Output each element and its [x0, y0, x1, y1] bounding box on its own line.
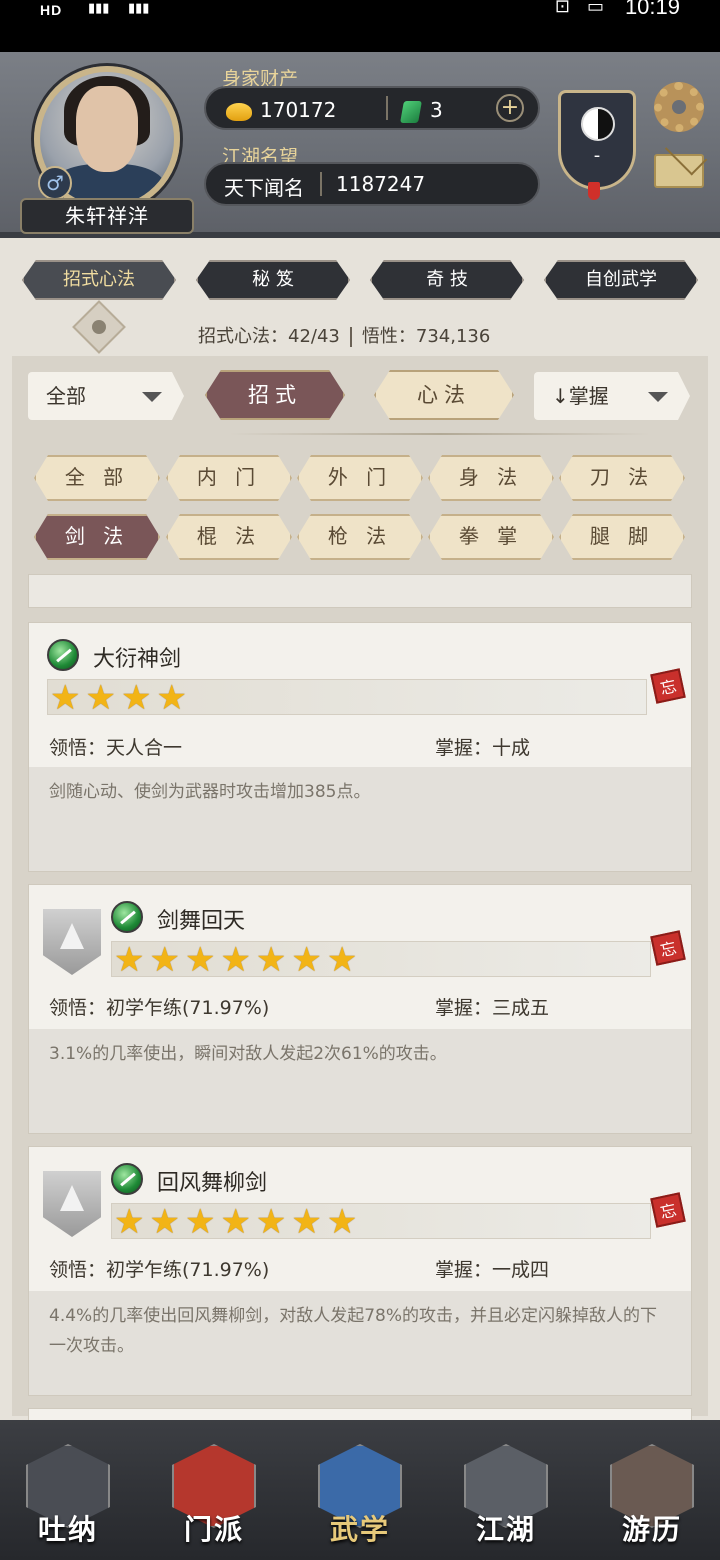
sort-dropdown[interactable]: ↓掌握 [534, 372, 690, 420]
upgrade-arrow-icon[interactable] [43, 1171, 101, 1237]
category-blade[interactable]: 刀 法 [559, 455, 685, 501]
category-inner[interactable]: 内 门 [166, 455, 292, 501]
star-icons: ★★★★★★★ [114, 940, 363, 980]
skill-name: 剑舞回天 [157, 909, 246, 934]
category-outer[interactable]: 外 门 [297, 455, 423, 501]
nav-jianghu[interactable]: 江湖 [458, 1444, 554, 1548]
skill-insight: 领悟：天人合一 [49, 737, 183, 759]
status-icons: ⊡ ▭ [554, 0, 610, 16]
eye-icon[interactable] [72, 300, 126, 354]
category-movement[interactable]: 身 法 [428, 455, 554, 501]
add-currency-button[interactable]: + [496, 94, 524, 122]
divider-ornament [230, 433, 650, 435]
skill-insight: 领悟：初学乍练(71.97%) [49, 997, 270, 1019]
category-leg[interactable]: 腿 脚 [559, 514, 685, 560]
player-header: ♂ 朱轩祥洋 身家财产 170172 3 + 江湖名望 天下闻名 1187247… [0, 52, 720, 238]
reputation-value: 1187247 [336, 172, 426, 196]
player-name: 朱轩祥洋 [20, 198, 194, 234]
skill-description: 3.1%的几率使出，瞬间对敌人发起2次61%的攻击。 [29, 1029, 691, 1133]
nav-martial-arts[interactable]: 武学 [312, 1444, 408, 1548]
skill-card[interactable]: 回风舞柳剑 ★★★★★★★ 忘 领悟：初学乍练(71.97%) 掌握：一成四 4… [28, 1146, 692, 1396]
reputation-bar: 天下闻名 1187247 [204, 162, 540, 206]
forget-seal-button[interactable]: 忘 [650, 930, 686, 966]
skill-stats: 招式心法：42/43 悟性：734,136 [198, 322, 490, 348]
gender-male-icon: ♂ [38, 166, 72, 200]
tab-special-skills[interactable]: 奇 技 [370, 260, 524, 300]
tassel-icon [588, 182, 600, 200]
chevron-down-icon [142, 392, 162, 402]
skill-card[interactable]: 剑舞回天 ★★★★★★★ 忘 领悟：初学乍练(71.97%) 掌握：三成五 3.… [28, 884, 692, 1134]
category-staff[interactable]: 棍 法 [166, 514, 292, 560]
upgrade-arrow-icon[interactable] [43, 909, 101, 975]
star-icons: ★★★★ [50, 678, 192, 718]
jade-amount: 3 [400, 98, 443, 123]
nav-breathing[interactable]: 吐纳 [20, 1444, 116, 1548]
status-bar: HD ▮▮▮ ▮▮▮ ⊡ ▭ 10:19 [0, 0, 720, 52]
star-rating: ★★★★★★★ [111, 941, 651, 977]
sword-gem-icon [111, 1163, 143, 1195]
reputation-title: 天下闻名 [224, 176, 304, 200]
filter-mind-button[interactable]: 心法 [374, 370, 514, 420]
wealth-bar: 170172 3 + [204, 86, 540, 130]
sword-gem-icon [111, 901, 143, 933]
star-rating: ★★★★★★★ [111, 1203, 651, 1239]
star-icons: ★★★★★★★ [114, 1202, 363, 1242]
hd-indicator: HD [40, 2, 63, 18]
category-sword[interactable]: 剑 法 [34, 514, 160, 560]
settings-gear-icon[interactable] [654, 82, 704, 132]
list-header-bar [28, 574, 692, 608]
skill-name: 回风舞柳剑 [157, 1171, 268, 1196]
category-fist[interactable]: 拳 掌 [428, 514, 554, 560]
gold-ingot-icon [226, 102, 252, 121]
nav-travel[interactable]: 游历 [604, 1444, 700, 1548]
moves-count: 招式心法：42/43 [198, 326, 340, 347]
category-spear[interactable]: 枪 法 [297, 514, 423, 560]
forget-seal-button[interactable]: 忘 [650, 1192, 686, 1228]
jade-icon [400, 100, 422, 123]
forget-seal-button[interactable]: 忘 [650, 668, 686, 704]
gold-amount: 170172 [226, 98, 336, 122]
skill-mastery: 掌握：一成四 [435, 1259, 550, 1281]
skill-name: 大衍神剑 [93, 647, 182, 672]
clock: 10:19 [624, 0, 680, 19]
mail-icon[interactable] [654, 154, 704, 188]
signal-icon: ▮▮▮ [88, 0, 110, 15]
tab-secret-books[interactable]: 秘 笈 [196, 260, 350, 300]
signal-icon-2: ▮▮▮ [128, 0, 150, 15]
skill-mastery: 掌握：十成 [435, 737, 531, 759]
category-all[interactable]: 全 部 [34, 455, 160, 501]
star-rating: ★★★★ [47, 679, 647, 715]
tab-self-created[interactable]: 自创武学 [544, 260, 698, 300]
insight-total: 悟性：734,136 [361, 326, 491, 347]
bottom-nav: 吐纳 门派 武学 江湖 游历 [0, 1420, 720, 1560]
yin-yang-icon [581, 107, 615, 141]
scope-dropdown[interactable]: 全部 [28, 372, 184, 420]
filter-moves-button[interactable]: 招式 [205, 370, 345, 420]
skill-description: 4.4%的几率使出回风舞柳剑，对敌人发起78%的攻击，并且必定闪躲掉敌人的下一次… [29, 1291, 691, 1395]
skill-card[interactable]: 大衍神剑 ★★★★ 忘 领悟：天人合一 掌握：十成 剑随心动、使剑为武器时攻击增… [28, 622, 692, 872]
skill-description: 剑随心动、使剑为武器时攻击增加385点。 [29, 767, 691, 871]
sword-gem-icon [47, 639, 79, 671]
sect-emblem[interactable]: - [558, 90, 636, 190]
skill-mastery: 掌握：三成五 [435, 997, 550, 1019]
nav-sect[interactable]: 门派 [166, 1444, 262, 1548]
chevron-down-icon [648, 392, 668, 402]
tab-moves-mind[interactable]: 招式心法 [22, 260, 176, 300]
skill-insight: 领悟：初学乍练(71.97%) [49, 1259, 270, 1281]
